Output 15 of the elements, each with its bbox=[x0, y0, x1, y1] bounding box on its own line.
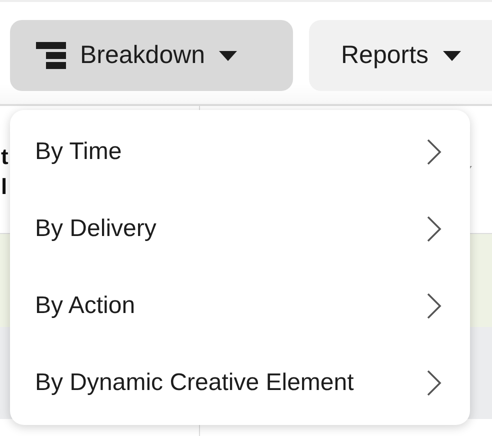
menu-item-label: By Dynamic Creative Element bbox=[35, 368, 354, 397]
menu-item-label: By Time bbox=[35, 138, 122, 166]
toolbar-button[interactable]: Breakdown bbox=[10, 20, 293, 91]
menu-item[interactable]: By Dynamic Creative Element bbox=[10, 344, 470, 421]
caret-icon bbox=[219, 50, 238, 60]
caret-icon bbox=[442, 50, 461, 60]
menu-item[interactable]: By Action bbox=[10, 268, 470, 344]
menu-item[interactable]: By Time bbox=[10, 114, 470, 190]
column-header: l bbox=[1, 173, 8, 201]
toolbar-button[interactable]: Reports bbox=[309, 20, 492, 91]
breakdown-icon bbox=[36, 42, 66, 70]
menu-item-label: By Delivery bbox=[35, 215, 156, 244]
menu-item-label: By Action bbox=[35, 292, 136, 320]
column-header: t bbox=[1, 143, 8, 171]
menu-item[interactable]: By Delivery bbox=[10, 191, 470, 268]
